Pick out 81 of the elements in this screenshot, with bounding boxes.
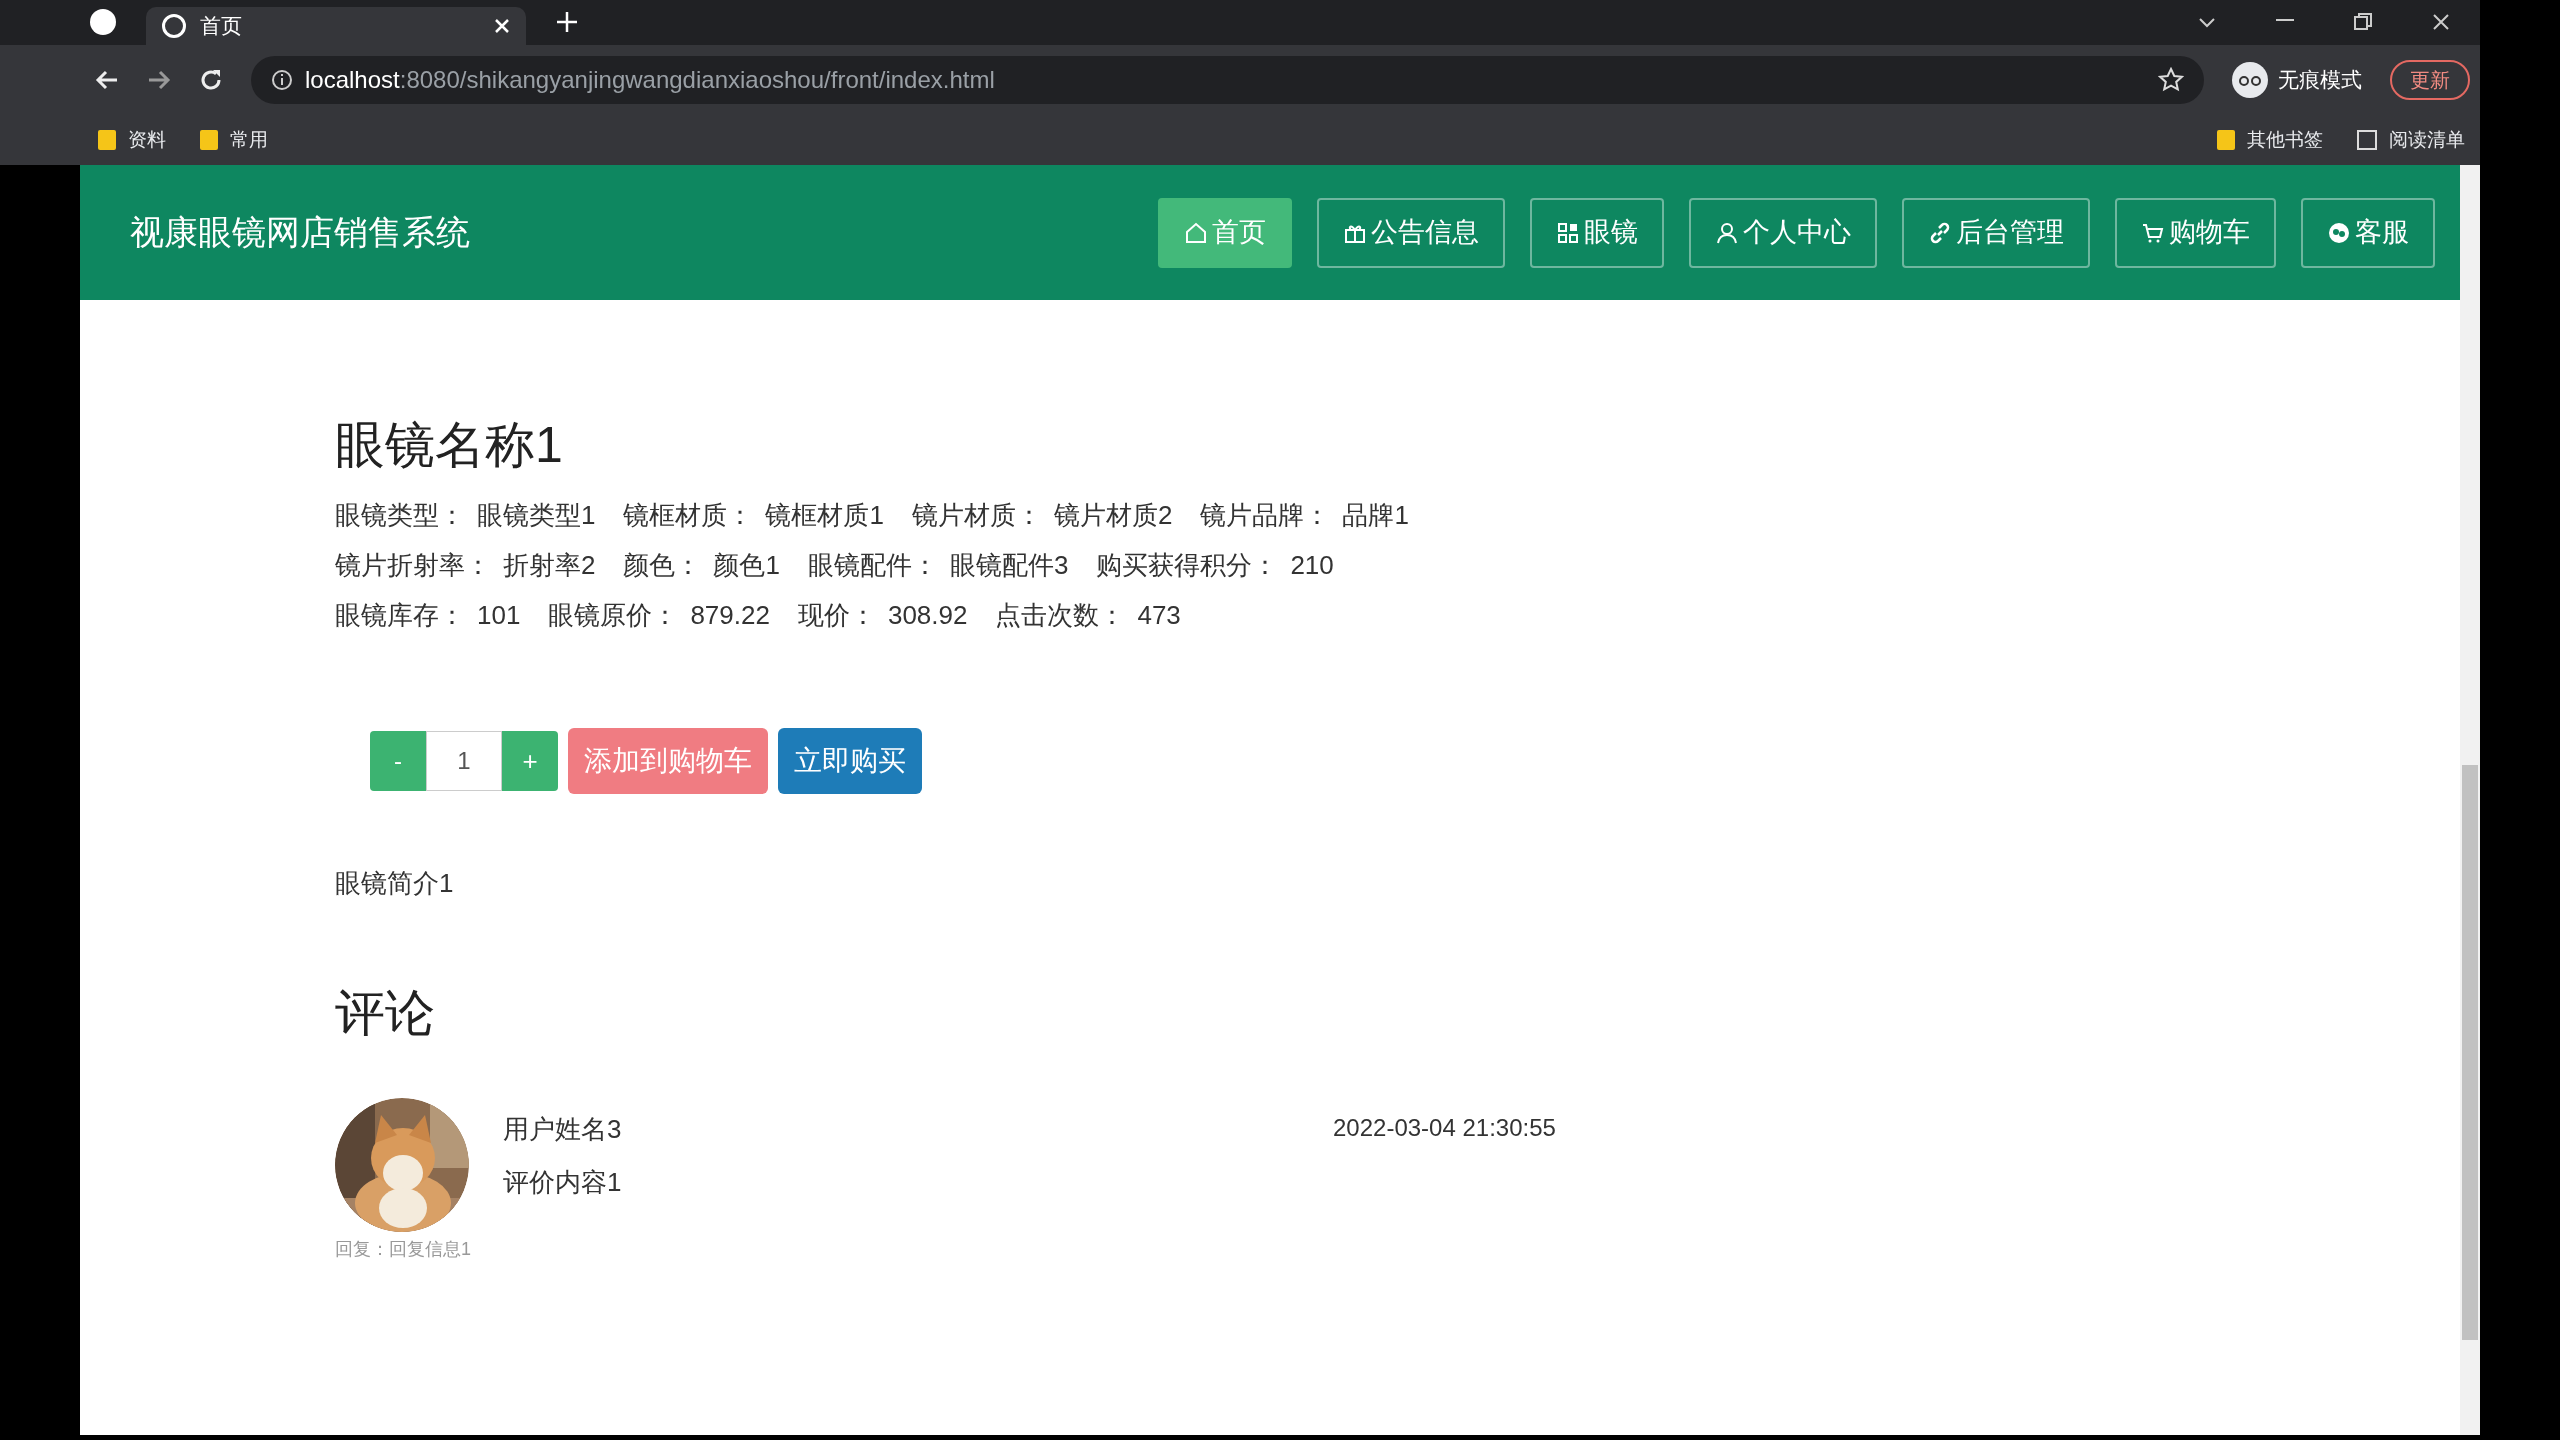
bookmark-label: 其他书签 [2247, 127, 2323, 152]
attribute-label: 眼镜原价： [548, 599, 679, 632]
comment-reply: 回复：回复信息1 [335, 1238, 472, 1261]
attribute-label: 眼镜库存： [335, 599, 465, 632]
nav-button[interactable]: 个人中心 [1689, 197, 1877, 268]
nav-button[interactable]: 首页 [1158, 197, 1292, 268]
folder-icon [98, 130, 116, 150]
increase-button[interactable]: + [502, 731, 558, 791]
attribute-value: 镜框材质1 [765, 499, 884, 532]
nav-button[interactable]: 客服 [2301, 197, 2435, 268]
attribute-label: 镜框材质： [623, 499, 754, 532]
scrollbar[interactable] [2460, 165, 2480, 1435]
reading-list-icon [2357, 130, 2377, 150]
house-icon [1184, 220, 1208, 245]
attribute-label: 购买获得积分： [1096, 549, 1279, 582]
new-tab-icon[interactable] [556, 11, 578, 33]
forward-icon[interactable] [147, 69, 171, 91]
profile-label: 无痕模式 [2278, 67, 2362, 94]
folder-icon [2217, 130, 2235, 150]
person-icon [1715, 220, 1739, 245]
address-bar[interactable]: localhost:8080/shikangyanjingwangdianxiaoshou/front/index.html [251, 56, 2204, 104]
attribute-label: 颜色： [623, 549, 702, 582]
comments-heading: 评论 [335, 984, 436, 1043]
nav-button[interactable]: 公告信息 [1317, 197, 1505, 268]
nav-button[interactable]: 后台管理 [1902, 197, 2090, 268]
attribute-label: 点击次数： [995, 599, 1126, 632]
bookmark[interactable]: 资料 [98, 125, 166, 155]
info-icon [271, 69, 293, 91]
globe-icon [162, 14, 186, 38]
nav-button[interactable]: 购物车 [2115, 197, 2276, 268]
bookmark[interactable]: 常用 [200, 125, 268, 155]
attribute-label: 镜片品牌： [1200, 499, 1331, 532]
tab-title: 首页 [200, 13, 242, 40]
attribute-value: 眼镜配件3 [949, 549, 1069, 582]
product-description: 眼镜简介1 [335, 867, 455, 900]
link-icon [1928, 220, 1952, 245]
attribute-label: 镜片材质： [911, 499, 1042, 532]
nav-button[interactable]: 眼镜 [1530, 197, 1664, 268]
chat-icon [2327, 220, 2351, 245]
bookmark-label: 阅读清单 [2389, 127, 2465, 152]
attribute-value: 473 [1137, 599, 1181, 632]
grid-icon [1556, 220, 1580, 245]
attribute-value: 镜片材质2 [1053, 499, 1173, 532]
minimize-icon[interactable] [2276, 19, 2294, 23]
close-icon[interactable] [2432, 13, 2450, 31]
buy-now-button[interactable]: 立即购买 [778, 728, 922, 794]
add-to-cart-button[interactable]: 添加到购物车 [568, 728, 768, 794]
url-text: localhost:8080/shikangyanjingwangdianxiaoshou/front/index.html [305, 65, 995, 95]
attribute-value: 品牌1 [1342, 499, 1409, 532]
attribute-label: 眼镜配件： [807, 549, 938, 582]
comment-author: 用户姓名3 [503, 1113, 623, 1146]
attribute-value: 101 [477, 599, 521, 632]
product-title: 眼镜名称1 [335, 416, 564, 475]
comment-time: 2022-03-04 21:30:55 [1333, 1113, 1556, 1143]
attribute-label: 现价： [797, 599, 876, 632]
attribute-label: 镜片折射率： [335, 549, 491, 582]
attribute-value: 折射率2 [503, 549, 596, 582]
chevron-icon[interactable] [2198, 17, 2216, 29]
close-tab-icon[interactable] [494, 18, 510, 34]
reload-icon[interactable] [199, 68, 223, 92]
back-icon[interactable] [95, 69, 119, 91]
attribute-label: 眼镜类型： [335, 499, 465, 532]
attribute-value: 308.92 [887, 599, 968, 632]
star-icon[interactable] [2158, 67, 2184, 93]
quantity-field[interactable]: 1 [426, 731, 502, 791]
restore-icon[interactable] [2354, 13, 2372, 31]
decrease-button[interactable]: - [370, 731, 426, 791]
incognito-icon[interactable] [2232, 62, 2268, 98]
bookmark[interactable]: 其他书签 [2217, 125, 2323, 155]
bookmark-label: 常用 [230, 127, 268, 152]
bookmark-label: 资料 [128, 127, 166, 152]
bookmark[interactable]: 阅读清单 [2357, 125, 2465, 155]
browser-tab[interactable]: 首页 [146, 7, 526, 45]
attribute-value: 颜色1 [713, 549, 780, 582]
attribute-value: 210 [1290, 549, 1334, 582]
attribute-value: 879.22 [690, 599, 770, 632]
attribute-value: 眼镜类型1 [477, 499, 596, 532]
update-button[interactable]: 更新 [2390, 60, 2470, 100]
folder-icon [200, 130, 218, 150]
site-title: 视康眼镜网店销售系统 [130, 212, 470, 253]
comment-text: 评价内容1 [503, 1166, 623, 1199]
